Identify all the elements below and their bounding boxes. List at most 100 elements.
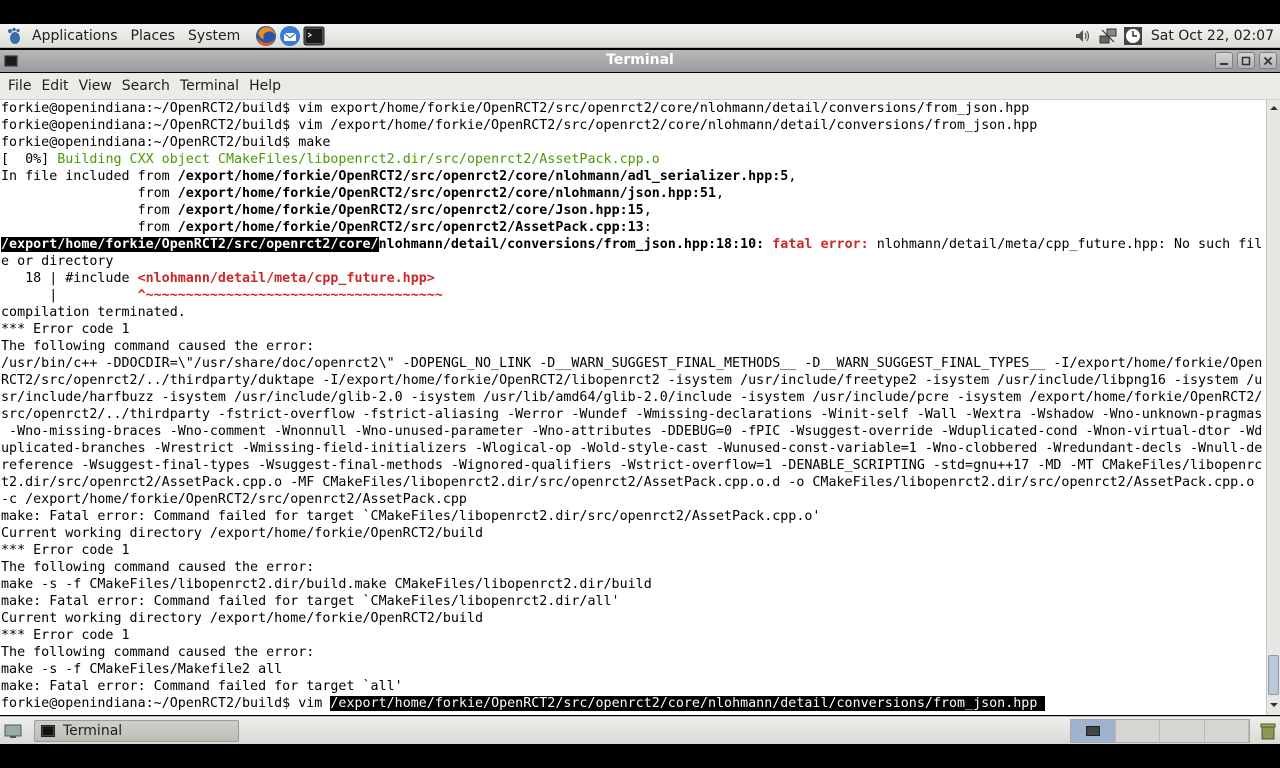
- terminal-segment: make -s -f CMakeFiles/Makefile2 all: [1, 662, 283, 677]
- firefox-icon[interactable]: [255, 25, 277, 47]
- applications-menu[interactable]: Applications: [32, 28, 118, 44]
- terminal-line[interactable]: make: Fatal error: Command failed for ta…: [1, 593, 1262, 610]
- terminal-line[interactable]: make -s -f CMakeFiles/Makefile2 all: [1, 661, 1262, 678]
- terminal-line[interactable]: The following command caused the error:: [1, 559, 1262, 576]
- terminal-text[interactable]: forkie@openindiana:~/OpenRCT2/build$ vim…: [1, 100, 1262, 712]
- terminal-line[interactable]: RCT2/src/openrct2/../thirdparty/duktape …: [1, 372, 1262, 389]
- terminal-segment: forkie@openindiana:~/OpenRCT2/build$ vim: [1, 696, 331, 711]
- terminal-line[interactable]: *** Error code 1: [1, 542, 1262, 559]
- terminal-segment: *** Error code 1: [1, 543, 130, 558]
- terminal-line[interactable]: /usr/bin/c++ -DDOCDIR=\"/usr/share/doc/o…: [1, 355, 1262, 372]
- terminal-segment: ,: [716, 186, 725, 201]
- menu-view[interactable]: View: [79, 78, 120, 94]
- workspace-1[interactable]: [1071, 720, 1116, 742]
- terminal-segment: RCT2/src/openrct2/../thirdparty/duktape …: [1, 373, 1263, 388]
- terminal-line[interactable]: from /export/home/forkie/OpenRCT2/src/op…: [1, 219, 1262, 236]
- thunderbird-icon[interactable]: [279, 25, 301, 47]
- taskbar-terminal-button[interactable]: Terminal: [34, 720, 239, 742]
- terminal-segment: -Wno-missing-braces -Wno-comment -Wnonnu…: [1, 424, 1263, 439]
- terminal-scrollbar[interactable]: [1266, 100, 1280, 715]
- terminal-line[interactable]: 18 | #include <nlohmann/detail/meta/cpp_…: [1, 270, 1262, 287]
- workspace-2[interactable]: [1115, 720, 1160, 742]
- terminal-segment: make: Fatal error: Command failed for ta…: [1, 594, 620, 609]
- terminal-segment: make -s -f CMakeFiles/libopenrct2.dir/bu…: [1, 577, 652, 592]
- terminal-output[interactable]: forkie@openindiana:~/OpenRCT2/build$ vim…: [0, 100, 1266, 715]
- terminal-line[interactable]: from /export/home/forkie/OpenRCT2/src/op…: [1, 202, 1262, 219]
- terminal-segment: ^~~~~~~~~~~~~~~~~~~~~~~~~~~~~~~~~~~~~~: [137, 288, 443, 303]
- network-icon[interactable]: [1098, 26, 1118, 46]
- terminal-line[interactable]: Current working directory /export/home/f…: [1, 525, 1262, 542]
- terminal-line[interactable]: *** Error code 1: [1, 627, 1262, 644]
- terminal-segment: <nlohmann/detail/meta/cpp_future.hpp>: [137, 271, 435, 286]
- show-desktop-icon[interactable]: [4, 723, 22, 739]
- workspace-3[interactable]: [1160, 720, 1205, 742]
- terminal-line[interactable]: forkie@openindiana:~/OpenRCT2/build$ vim…: [1, 117, 1262, 134]
- terminal-line[interactable]: forkie@openindiana:~/OpenRCT2/build$ vim…: [1, 695, 1262, 712]
- clock-icon[interactable]: [1123, 26, 1143, 46]
- menu-help[interactable]: Help: [249, 78, 289, 94]
- system-menu[interactable]: System: [188, 28, 240, 44]
- terminal-segment: fatal error:: [772, 237, 869, 252]
- close-button[interactable]: [1259, 52, 1277, 69]
- terminal-line[interactable]: The following command caused the error:: [1, 338, 1262, 355]
- terminal-line[interactable]: -Wno-missing-braces -Wno-comment -Wnonnu…: [1, 423, 1262, 440]
- menu-search[interactable]: Search: [122, 78, 178, 94]
- terminal-segment: ,: [788, 169, 797, 184]
- terminal-line[interactable]: make -s -f CMakeFiles/libopenrct2.dir/bu…: [1, 576, 1262, 593]
- terminal-line[interactable]: e or directory: [1, 253, 1262, 270]
- terminal-segment: /export/home/forkie/OpenRCT2/src/openrct…: [177, 169, 789, 184]
- terminal-menubar: File Edit View Search Terminal Help: [0, 73, 1280, 100]
- panel-menus: Applications Places System: [6, 24, 325, 48]
- terminal-line[interactable]: forkie@openindiana:~/OpenRCT2/build$ vim…: [1, 100, 1262, 117]
- terminal-line[interactable]: from /export/home/forkie/OpenRCT2/src/op…: [1, 185, 1262, 202]
- volume-icon[interactable]: [1073, 26, 1093, 46]
- places-menu[interactable]: Places: [131, 28, 176, 44]
- terminal-task-icon: [41, 725, 55, 737]
- scrollbar-thumb[interactable]: [1268, 655, 1279, 695]
- terminal-segment: 18 | #include: [1, 271, 138, 286]
- terminal-segment: reference -Wsuggest-final-types -Wsugges…: [1, 458, 1263, 473]
- close-icon: [1263, 56, 1273, 65]
- terminal-segment: uplicated-branches -Wrestrict -Wmissing-…: [1, 441, 1263, 456]
- terminal-segment: forkie@openindiana:~/OpenRCT2/build$ mak…: [1, 135, 331, 150]
- panel-clock[interactable]: Sat Oct 22, 02:07: [1151, 28, 1274, 44]
- terminal-line[interactable]: forkie@openindiana:~/OpenRCT2/build$ mak…: [1, 134, 1262, 151]
- terminal-segment: t2.dir/src/openrct2/AssetPack.cpp.o -MF …: [1, 475, 1255, 490]
- terminal-line[interactable]: -c /export/home/forkie/OpenRCT2/src/open…: [1, 491, 1262, 508]
- terminal-line[interactable]: The following command caused the error:: [1, 644, 1262, 661]
- terminal-launcher-icon[interactable]: [303, 25, 325, 47]
- menu-terminal[interactable]: Terminal: [180, 78, 247, 94]
- terminal-segment: Building CXX object CMakeFiles/libopenrc…: [57, 152, 660, 167]
- maximize-icon: [1241, 56, 1251, 65]
- scroll-up-icon[interactable]: [1269, 103, 1279, 113]
- terminal-line[interactable]: make: Fatal error: Command failed for ta…: [1, 678, 1262, 695]
- trash-icon[interactable]: [1260, 722, 1276, 740]
- minimize-button[interactable]: [1215, 52, 1233, 69]
- terminal-segment: forkie@openindiana:~/OpenRCT2/build$ vim…: [1, 118, 1038, 133]
- maximize-button[interactable]: [1237, 52, 1255, 69]
- terminal-line[interactable]: t2.dir/src/openrct2/AssetPack.cpp.o -MF …: [1, 474, 1262, 491]
- terminal-line[interactable]: reference -Wsuggest-final-types -Wsugges…: [1, 457, 1262, 474]
- menu-file[interactable]: File: [8, 78, 39, 94]
- terminal-line[interactable]: sr/include/harfbuzz -isystem /usr/includ…: [1, 389, 1262, 406]
- terminal-line[interactable]: | ^~~~~~~~~~~~~~~~~~~~~~~~~~~~~~~~~~~~~~: [1, 287, 1262, 304]
- terminal-line[interactable]: Current working directory /export/home/f…: [1, 610, 1262, 627]
- terminal-segment: from: [1, 203, 178, 218]
- terminal-line[interactable]: make: Fatal error: Command failed for ta…: [1, 508, 1262, 525]
- window-titlebar[interactable]: Terminal: [0, 50, 1280, 72]
- terminal-line[interactable]: In file included from /export/home/forki…: [1, 168, 1262, 185]
- terminal-line[interactable]: [ 0%] Building CXX object CMakeFiles/lib…: [1, 151, 1262, 168]
- terminal-line[interactable]: *** Error code 1: [1, 321, 1262, 338]
- terminal-line[interactable]: /export/home/forkie/OpenRCT2/src/openrct…: [1, 236, 1262, 253]
- scroll-down-icon[interactable]: [1269, 700, 1279, 710]
- terminal-line[interactable]: src/openrct2/../thirdparty -fstrict-over…: [1, 406, 1262, 423]
- gnome-foot-icon[interactable]: [6, 27, 22, 45]
- workspace-4[interactable]: [1204, 720, 1249, 742]
- menu-edit[interactable]: Edit: [41, 78, 76, 94]
- terminal-segment: Current working directory /export/home/f…: [1, 611, 484, 626]
- terminal-segment: /export/home/forkie/OpenRCT2/src/openrct…: [177, 220, 644, 235]
- workspace-switcher[interactable]: [1070, 719, 1250, 743]
- terminal-line[interactable]: compilation terminated.: [1, 304, 1262, 321]
- terminal-segment: nlohmann/detail/conversions/from_json.hp…: [378, 237, 765, 252]
- terminal-line[interactable]: uplicated-branches -Wrestrict -Wmissing-…: [1, 440, 1262, 457]
